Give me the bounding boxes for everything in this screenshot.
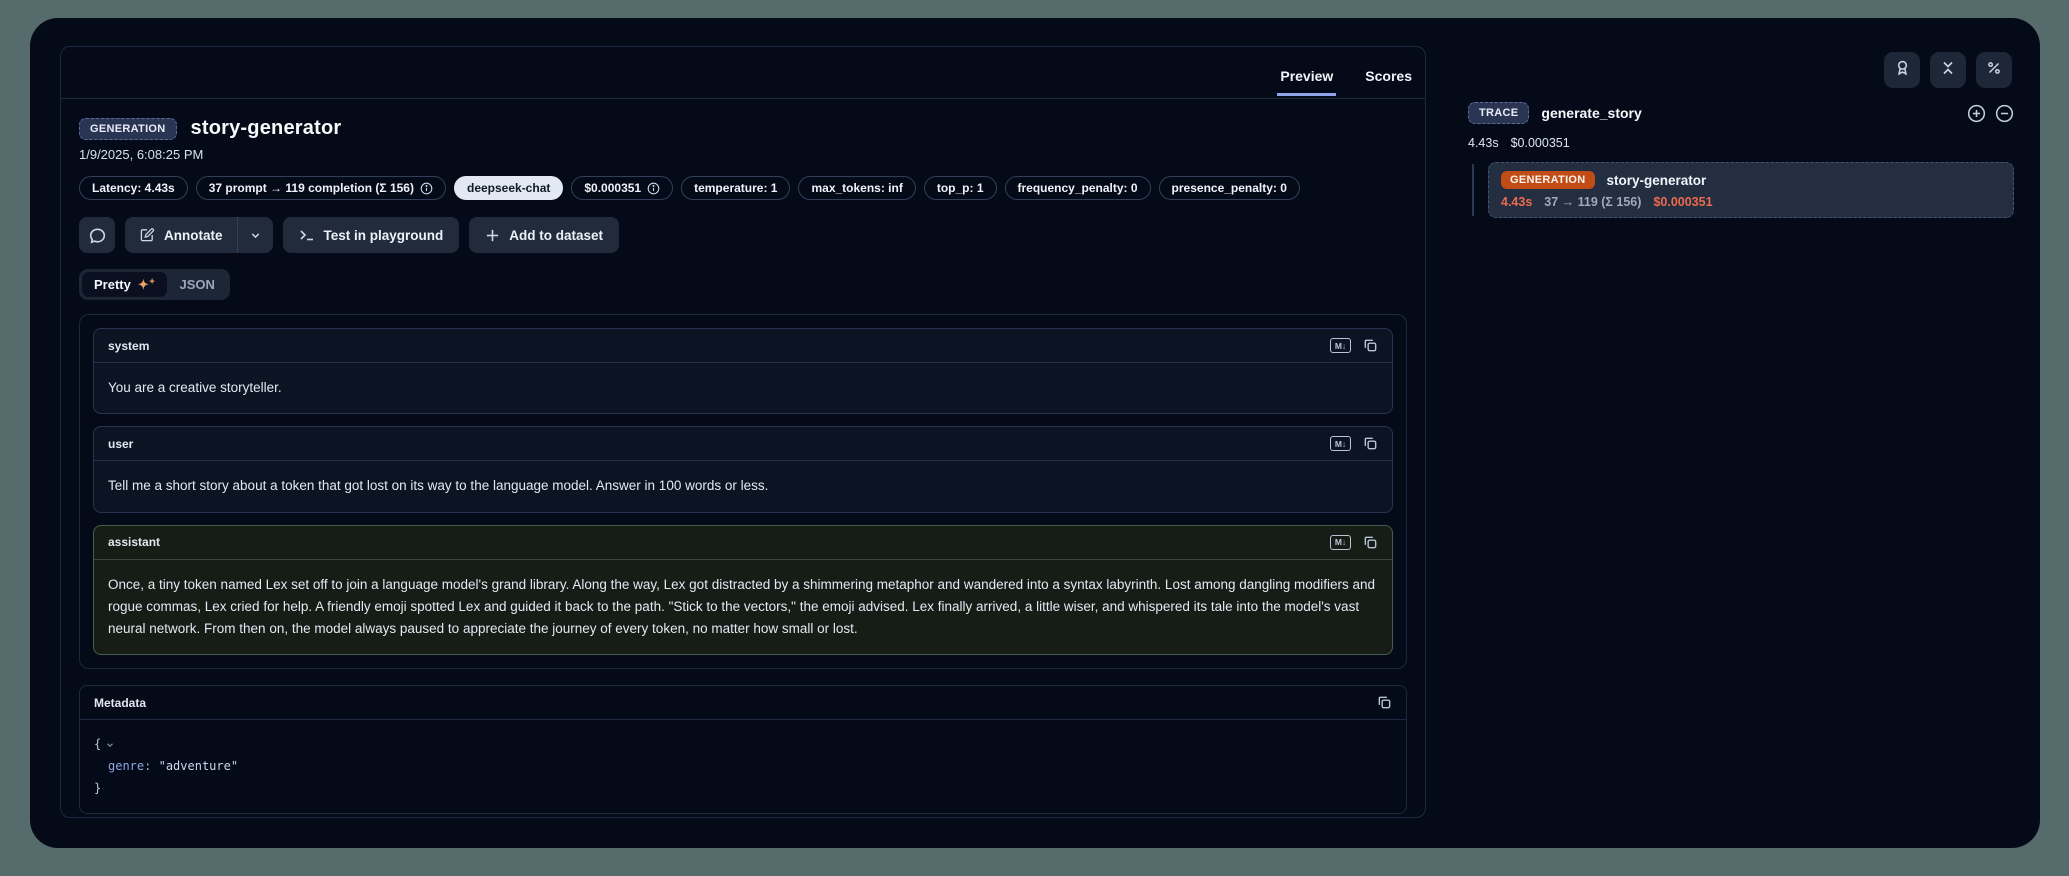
trace-cost: $0.000351 — [1511, 136, 1570, 150]
toggle-json[interactable]: JSON — [167, 272, 226, 297]
tab-preview[interactable]: Preview — [1277, 68, 1336, 96]
message-content: You are a creative storyteller. — [94, 363, 1392, 413]
latency-badge: Latency: 4.43s — [79, 176, 188, 200]
scores-award-button[interactable] — [1884, 52, 1920, 88]
timestamp: 1/9/2025, 6:08:25 PM — [79, 147, 1407, 162]
plus-icon — [485, 228, 500, 243]
tab-scores[interactable]: Scores — [1362, 68, 1415, 96]
comment-icon — [89, 227, 106, 244]
copy-icon[interactable] — [1363, 535, 1378, 550]
award-icon — [1894, 59, 1911, 81]
presence-penalty-badge: presence_penalty: 0 — [1159, 176, 1300, 200]
trace-title[interactable]: generate_story — [1541, 105, 1641, 121]
generation-type-badge: GENERATION — [79, 118, 177, 140]
preview-tabbar: Preview Scores — [61, 47, 1425, 99]
metadata-json: { genre: "adventure" } — [80, 720, 1406, 813]
message-role: system — [108, 339, 149, 353]
json-value: "adventure" — [159, 759, 238, 773]
message-role: assistant — [108, 535, 160, 549]
terminal-icon — [299, 227, 315, 243]
test-in-playground-button[interactable]: Test in playground — [283, 217, 460, 253]
info-icon[interactable] — [647, 182, 660, 195]
copy-icon[interactable] — [1363, 436, 1378, 451]
markdown-toggle-icon[interactable]: M↓ — [1330, 436, 1351, 451]
tree-node-story-generator[interactable]: GENERATION story-generator 4.43s 37 → 11… — [1488, 162, 2014, 218]
message-content: Tell me a short story about a token that… — [94, 461, 1392, 511]
metadata-panel: Metadata { genre: "adventure" } — [79, 685, 1407, 814]
percent-icon — [1986, 60, 2002, 81]
message-content: Once, a tiny token named Lex set off to … — [94, 560, 1392, 655]
copy-icon[interactable] — [1377, 695, 1392, 710]
sparkles-icon: ✦✦ — [138, 278, 156, 291]
view-format-toggle: Pretty ✦✦ JSON — [79, 269, 230, 300]
annotate-pen-icon — [139, 227, 155, 243]
trace-type-badge: TRACE — [1468, 102, 1529, 124]
markdown-toggle-icon[interactable]: M↓ — [1330, 338, 1351, 353]
collapse-chevron-icon[interactable] — [105, 740, 115, 750]
json-key: genre: — [108, 759, 151, 773]
toggle-pretty[interactable]: Pretty ✦✦ — [82, 272, 167, 297]
node-latency: 4.43s — [1501, 195, 1532, 209]
comment-button[interactable] — [79, 217, 115, 253]
user-message-card: user M↓ Tell me a short story about a to… — [93, 426, 1393, 512]
observation-content: GENERATION story-generator 1/9/2025, 6:0… — [61, 99, 1425, 832]
collapse-button[interactable] — [1930, 52, 1966, 88]
add-to-dataset-button[interactable]: Add to dataset — [469, 217, 619, 253]
node-title: story-generator — [1607, 173, 1707, 188]
chevrons-collapse-icon — [1940, 60, 1956, 81]
parameter-badges: Latency: 4.43s 37 prompt → 119 completio… — [79, 176, 1407, 200]
copy-icon[interactable] — [1363, 338, 1378, 353]
observation-preview-panel: Preview Scores GENERATION story-generato… — [60, 46, 1426, 818]
node-tokens: 37 → 119 (Σ 156) — [1544, 195, 1641, 209]
trace-tree: GENERATION story-generator 4.43s 37 → 11… — [1468, 162, 2014, 218]
annotate-button[interactable]: Annotate — [125, 217, 237, 253]
max-tokens-badge: max_tokens: inf — [798, 176, 915, 200]
collapse-all-icon[interactable] — [1995, 104, 2014, 123]
system-message-card: system M↓ You are a creative storyteller… — [93, 328, 1393, 414]
info-icon[interactable] — [420, 182, 433, 195]
token-usage-badge: 37 prompt → 119 completion (Σ 156) — [196, 176, 446, 200]
frequency-penalty-badge: frequency_penalty: 0 — [1005, 176, 1151, 200]
annotate-split-button: Annotate — [125, 217, 273, 253]
expand-all-icon[interactable] — [1967, 104, 1986, 123]
node-cost: $0.000351 — [1653, 195, 1712, 209]
trace-latency: 4.43s — [1468, 136, 1499, 150]
markdown-toggle-icon[interactable]: M↓ — [1330, 535, 1351, 550]
message-role: user — [108, 437, 133, 451]
action-buttons: Annotate Test in playground — [79, 217, 1407, 253]
model-badge[interactable]: deepseek-chat — [454, 176, 563, 200]
top-p-badge: top_p: 1 — [924, 176, 997, 200]
temperature-badge: temperature: 1 — [681, 176, 790, 200]
page-title: story-generator — [191, 117, 342, 140]
annotate-dropdown-button[interactable] — [238, 217, 273, 253]
cost-badge: $0.000351 — [571, 176, 673, 200]
trace-sidebar: TRACE generate_story 4.43s $0.000351 GEN… — [1462, 18, 2040, 818]
metadata-title: Metadata — [94, 696, 146, 710]
node-generation-badge: GENERATION — [1501, 171, 1595, 189]
chevron-down-icon — [249, 229, 262, 242]
app-window: Preview Scores GENERATION story-generato… — [30, 18, 2040, 848]
messages-container: system M↓ You are a creative storyteller… — [79, 314, 1407, 669]
assistant-message-card: assistant M↓ Once, a tiny token named Le… — [93, 525, 1393, 656]
percent-metrics-button[interactable] — [1976, 52, 2012, 88]
